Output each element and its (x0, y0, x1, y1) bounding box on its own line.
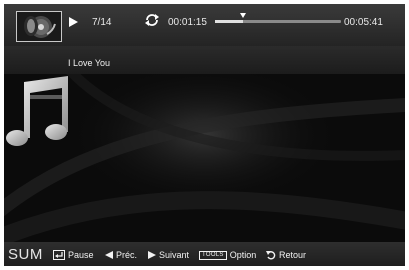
album-art-icon (16, 11, 62, 42)
previous-button[interactable]: Préc. (105, 250, 137, 260)
progress-marker (239, 13, 246, 18)
title-bar: I Love You (4, 46, 405, 74)
track-counter: 7/14 (92, 17, 112, 28)
option-label: Option (229, 250, 257, 260)
previous-label: Préc. (116, 250, 138, 260)
return-button[interactable]: Retour (266, 250, 306, 260)
control-bar: SUM Pause Préc. Suivant TOOLS Option Ret… (4, 242, 405, 266)
media-player-screen: 7/14 00:01:15 00:05:41 I Love You SUM Pa… (4, 4, 405, 266)
song-title: I Love You (68, 58, 111, 68)
progress-bar[interactable] (215, 13, 341, 23)
elapsed-time: 00:01:15 (168, 17, 207, 28)
progress-fill (215, 20, 243, 23)
pause-button[interactable]: Pause (53, 250, 94, 260)
enter-icon (53, 250, 65, 260)
right-arrow-icon (148, 251, 156, 259)
return-label: Retour (279, 250, 307, 260)
return-icon (266, 251, 276, 260)
option-button[interactable]: TOOLS Option (199, 250, 256, 260)
next-label: Suivant (159, 250, 190, 260)
tools-badge: TOOLS (199, 250, 227, 260)
music-note-icon (6, 76, 68, 146)
total-time: 00:05:41 (344, 17, 383, 28)
mode-label: SUM (8, 246, 43, 263)
pause-label: Pause (68, 250, 94, 260)
next-button[interactable]: Suivant (148, 250, 189, 260)
repeat-icon (145, 14, 159, 26)
left-arrow-icon (105, 251, 113, 259)
play-icon (69, 17, 78, 27)
playback-bar: 7/14 00:01:15 00:05:41 (4, 4, 405, 46)
visualization-area (4, 74, 405, 242)
